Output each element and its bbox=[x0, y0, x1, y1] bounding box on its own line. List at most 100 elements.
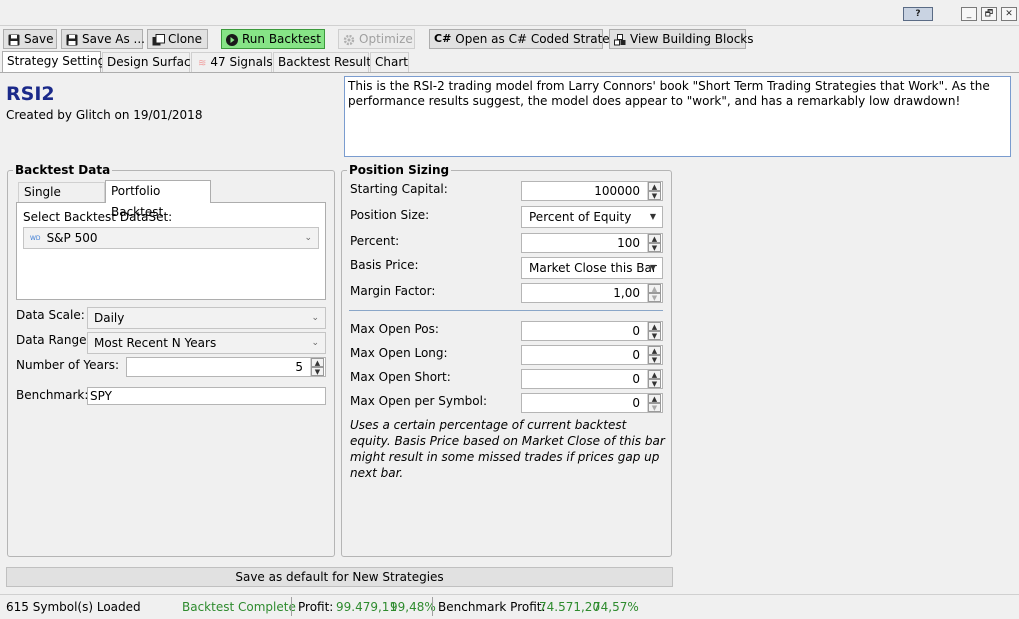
view-blocks-label: View Building Blocks bbox=[630, 32, 754, 46]
building-blocks-icon bbox=[614, 33, 626, 46]
play-icon bbox=[226, 33, 238, 46]
tab-portfolio-backtest[interactable]: Portfolio Backtest bbox=[105, 180, 211, 219]
spin-down-icon[interactable]: ▼ bbox=[648, 191, 661, 200]
starting-capital-label: Starting Capital: bbox=[350, 182, 448, 196]
minimize-button[interactable]: _ bbox=[961, 7, 977, 21]
spin-up-icon[interactable]: ▲ bbox=[648, 234, 661, 243]
benchmark-input[interactable]: SPY bbox=[87, 387, 326, 405]
spin-down-icon[interactable]: ▼ bbox=[311, 367, 324, 376]
signals-label: 47 Signals bbox=[210, 55, 273, 69]
spinner[interactable]: ▲ ▼ bbox=[647, 182, 661, 200]
num-years-value: 5 bbox=[295, 360, 303, 374]
spin-down-icon[interactable]: ▼ bbox=[648, 403, 661, 412]
num-years-label: Number of Years: bbox=[16, 358, 120, 372]
chevron-down-icon: ⌄ bbox=[304, 233, 312, 243]
data-range-dropdown[interactable]: Most Recent N Years ⌄ bbox=[87, 332, 326, 354]
gear-icon bbox=[343, 33, 355, 46]
spin-up-icon[interactable]: ▲ bbox=[648, 394, 661, 403]
spinner[interactable]: ▲ ▼ bbox=[647, 370, 661, 388]
status-separator bbox=[432, 597, 433, 616]
basis-price-value: Market Close this Bar bbox=[529, 261, 657, 275]
close-button[interactable]: ✕ bbox=[1001, 7, 1017, 21]
spin-up-icon[interactable]: ▲ bbox=[648, 182, 661, 191]
view-building-blocks-button[interactable]: View Building Blocks bbox=[609, 29, 754, 49]
tab-backtest-results[interactable]: Backtest Results bbox=[273, 52, 377, 72]
spin-up-icon[interactable]: ▲ bbox=[648, 370, 661, 379]
clone-button[interactable]: Clone bbox=[147, 29, 208, 49]
starting-capital-stepper[interactable]: 100000 ▲ ▼ bbox=[521, 181, 663, 201]
basis-price-dropdown[interactable]: Market Close this Bar ▼ bbox=[521, 257, 663, 279]
save-default-button[interactable]: Save as default for New Strategies bbox=[6, 567, 673, 587]
position-size-dropdown[interactable]: Percent of Equity ▼ bbox=[521, 206, 663, 228]
run-backtest-button[interactable]: Run Backtest bbox=[221, 29, 325, 49]
max-open-short-stepper[interactable]: 0 ▲ ▼ bbox=[521, 369, 663, 389]
spin-down-icon[interactable]: ▼ bbox=[648, 243, 661, 252]
max-open-short-value: 0 bbox=[632, 372, 640, 386]
dataset-badge-icon: WD bbox=[30, 234, 41, 242]
spin-up-icon[interactable]: ▲ bbox=[648, 322, 661, 331]
spinner[interactable]: ▲ ▼ bbox=[647, 284, 661, 302]
tab-design-surface[interactable]: Design Surface bbox=[102, 52, 198, 72]
created-by: Created by Glitch on 19/01/2018 bbox=[6, 108, 203, 122]
max-open-pos-label: Max Open Pos: bbox=[350, 322, 439, 336]
tab-signals[interactable]: ≋ 47 Signals bbox=[191, 52, 273, 72]
spin-up-icon[interactable]: ▲ bbox=[311, 358, 324, 367]
data-range-label: Data Range: bbox=[16, 333, 91, 347]
max-open-pos-stepper[interactable]: 0 ▲ ▼ bbox=[521, 321, 663, 341]
restore-button[interactable]: 🗗 bbox=[981, 7, 997, 21]
save-button[interactable]: Save bbox=[3, 29, 57, 49]
optimize-label: Optimize bbox=[359, 32, 413, 46]
spin-down-icon[interactable]: ▼ bbox=[648, 355, 661, 364]
clone-label: Clone bbox=[168, 32, 203, 46]
save-as-button[interactable]: Save As ... bbox=[61, 29, 145, 49]
data-scale-label: Data Scale: bbox=[16, 308, 85, 322]
spin-up-icon[interactable]: ▲ bbox=[648, 284, 661, 293]
max-open-long-label: Max Open Long: bbox=[350, 346, 448, 360]
max-open-symbol-stepper[interactable]: 0 ▲ ▼ bbox=[521, 393, 663, 413]
basis-price-label: Basis Price: bbox=[350, 258, 419, 272]
max-open-long-stepper[interactable]: 0 ▲ ▼ bbox=[521, 345, 663, 365]
spinner[interactable]: ▲ ▼ bbox=[647, 234, 661, 252]
percent-stepper[interactable]: 100 ▲ ▼ bbox=[521, 233, 663, 253]
floppy-disk-icon bbox=[66, 33, 78, 46]
profit-value: 99.479,11 bbox=[336, 600, 398, 614]
benchmark-profit-value: 74.571,20 bbox=[539, 600, 601, 614]
max-open-pos-value: 0 bbox=[632, 324, 640, 338]
data-range-value: Most Recent N Years bbox=[94, 336, 217, 350]
spin-up-icon[interactable]: ▲ bbox=[648, 346, 661, 355]
clone-icon bbox=[152, 33, 165, 46]
spin-down-icon[interactable]: ▼ bbox=[648, 379, 661, 388]
benchmark-label: Benchmark: bbox=[16, 388, 89, 402]
tab-chart[interactable]: Chart bbox=[370, 52, 409, 72]
floppy-disk-icon bbox=[8, 33, 20, 46]
description-textbox[interactable]: This is the RSI-2 trading model from Lar… bbox=[344, 76, 1011, 157]
num-years-stepper[interactable]: 5 ▲ ▼ bbox=[126, 357, 326, 377]
csharp-icon: C# bbox=[434, 32, 452, 45]
data-scale-dropdown[interactable]: Daily ⌄ bbox=[87, 307, 326, 329]
section-divider bbox=[349, 310, 663, 311]
spinner[interactable]: ▲ ▼ bbox=[647, 394, 661, 412]
optimize-button[interactable]: Optimize bbox=[338, 29, 415, 49]
tab-strategy-settings[interactable]: Strategy Settings bbox=[2, 51, 111, 73]
open-csharp-button[interactable]: C# Open as C# Coded Strategy bbox=[429, 29, 624, 49]
spinner[interactable]: ▲ ▼ bbox=[647, 346, 661, 364]
spinner[interactable]: ▲ ▼ bbox=[647, 322, 661, 340]
strategy-title: RSI2 bbox=[6, 83, 55, 105]
spin-down-icon[interactable]: ▼ bbox=[648, 293, 661, 302]
spinner[interactable]: ▲ ▼ bbox=[310, 358, 324, 376]
help-button[interactable]: ? bbox=[903, 7, 933, 21]
chevron-down-icon: ⌄ bbox=[311, 313, 319, 323]
dataset-value: S&P 500 bbox=[46, 231, 98, 245]
tab-single-symbol[interactable]: Single Symbol bbox=[18, 182, 105, 218]
margin-factor-stepper[interactable]: 1,00 ▲ ▼ bbox=[521, 283, 663, 303]
position-size-value: Percent of Equity bbox=[529, 210, 632, 224]
max-open-symbol-value: 0 bbox=[632, 396, 640, 410]
save-label: Save bbox=[24, 32, 54, 46]
max-open-short-label: Max Open Short: bbox=[350, 370, 451, 384]
spin-down-icon[interactable]: ▼ bbox=[648, 331, 661, 340]
benchmark-profit-percent: 74,57% bbox=[593, 600, 639, 614]
dataset-dropdown[interactable]: WD S&P 500 ⌄ bbox=[23, 227, 319, 249]
position-sizing-legend: Position Sizing bbox=[347, 163, 452, 177]
margin-factor-label: Margin Factor: bbox=[350, 284, 436, 298]
signal-icon: ≋ bbox=[198, 58, 207, 69]
